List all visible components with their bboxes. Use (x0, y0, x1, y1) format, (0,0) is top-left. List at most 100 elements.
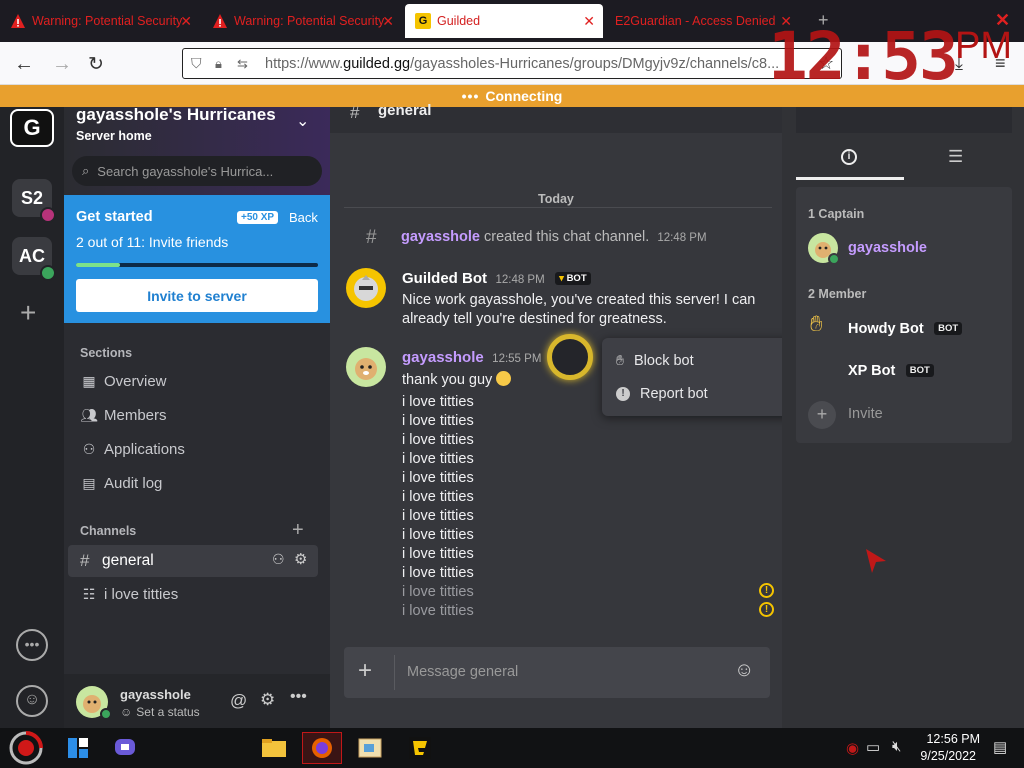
bot-message-time: 12:48 PM (495, 274, 545, 286)
tab-warning-2[interactable]: Warning: Potential Security Risk ✕ (202, 4, 402, 38)
network-icon[interactable]: ▭ (866, 738, 880, 756)
user-author[interactable]: gayasshole (402, 349, 484, 366)
channel-i-love-titties[interactable]: ☷ i love titties (80, 586, 178, 603)
warning-circle-icon[interactable]: ! (759, 583, 774, 598)
clock-overlay-time: 12:53 (768, 18, 959, 95)
bot-author[interactable]: Guilded Bot (402, 270, 487, 287)
bot-badge-label: BOT (566, 273, 587, 285)
section-audit-log[interactable]: ▤ Audit log (80, 475, 162, 492)
invite-to-server-button[interactable]: Invite to server (76, 279, 318, 312)
explore-icon[interactable]: ☺ (16, 685, 48, 717)
bot-message-header: Guilded Bot 12:48 PM ▾ BOT (402, 270, 591, 288)
add-server-icon[interactable]: + (20, 297, 36, 329)
section-members[interactable]: 👥︎ Members (80, 407, 166, 424)
member-row-xp-bot[interactable]: XP Bot BOT (848, 362, 934, 380)
message-line: i love titties (402, 470, 474, 486)
invite-user-icon[interactable]: ⚇ (272, 551, 285, 568)
channel-title: general (378, 102, 432, 119)
firefox-icon[interactable] (302, 732, 342, 764)
message-line: i love titties (402, 489, 474, 505)
bot-badge: ▾ BOT (555, 272, 591, 286)
add-channel-icon[interactable]: + (292, 519, 304, 542)
channel-general[interactable]: # general ⚇ ⚙ (68, 545, 318, 577)
close-tab-icon[interactable]: ✕ (583, 13, 595, 30)
mention-icon[interactable]: @ (230, 691, 247, 711)
file-explorer-icon[interactable] (254, 732, 294, 764)
image-viewer-icon[interactable] (350, 732, 390, 764)
report-icon: ! (616, 387, 630, 401)
channel-header: # general (330, 102, 782, 133)
block-bot-menu-item[interactable]: ✋︎ Block bot (616, 352, 694, 369)
member-row-howdy-bot[interactable]: Howdy Bot BOT (848, 320, 963, 338)
volume-muted-icon[interactable]: 🔇︎ (892, 738, 901, 755)
section-applications[interactable]: ⚇ Applications (80, 441, 185, 458)
home-server-icon[interactable]: G (10, 109, 54, 147)
back-arrow-icon[interactable]: ← (14, 53, 34, 76)
warning-circle-icon[interactable]: ! (759, 602, 774, 617)
shield-icon: ⛉ (191, 55, 202, 71)
antivirus-icon[interactable]: ◉ (846, 739, 859, 757)
invite-link[interactable]: Invite (848, 406, 883, 422)
tab-guilded[interactable]: G Guilded ✕ (405, 4, 603, 38)
progress-fill (76, 263, 120, 267)
more-options-icon[interactable]: ••• (290, 688, 307, 706)
reload-icon[interactable]: ↻ (88, 53, 104, 76)
close-tab-icon[interactable]: ✕ (180, 13, 192, 30)
hash-icon: # (80, 551, 90, 570)
message-line: i love titties (402, 546, 474, 562)
message-line: i love titties (402, 451, 474, 467)
message-input[interactable]: Message general (407, 664, 518, 680)
status-label: Set a status (136, 705, 200, 719)
message-line: i love titties (402, 565, 474, 581)
tab-warning-1[interactable]: Warning: Potential Security Risk ✕ (0, 4, 200, 38)
captain-name[interactable]: gayasshole (848, 240, 927, 256)
section-overview[interactable]: ▦ Overview (80, 373, 167, 390)
chevron-down-icon[interactable]: ⌄ (296, 111, 309, 131)
server-header[interactable]: gayasshole's Hurricanes Server home ⌄ ⌕ … (64, 105, 330, 195)
start-button[interactable] (6, 731, 46, 765)
guilded-bot-avatar[interactable] (346, 268, 386, 308)
search-input[interactable]: ⌕ Search gayasshole's Hurrica... (72, 156, 322, 186)
warning-icon (10, 13, 26, 29)
outline-icon[interactable]: ☰ (948, 147, 963, 167)
grin-emoji-icon (496, 371, 512, 386)
server-home-label: Server home (76, 129, 152, 143)
guilded-app-icon[interactable] (400, 732, 440, 764)
bot-badge: BOT (934, 322, 963, 336)
search-placeholder: Search gayasshole's Hurrica... (97, 163, 274, 179)
set-status-link[interactable]: ☺ Set a status (120, 705, 200, 719)
members-panel-tabs: i ☰ (796, 107, 1012, 180)
user-avatar[interactable] (346, 347, 386, 387)
channel-label: i love titties (104, 586, 179, 603)
system-message-time: 12:48 PM (657, 232, 707, 244)
message-line: i love titties (402, 432, 474, 448)
close-tab-icon[interactable]: ✕ (382, 13, 394, 30)
chat-bubble-icon[interactable]: ••• (16, 629, 48, 661)
notifications-icon[interactable]: ▤ (993, 738, 1007, 756)
members-icon: 👥︎ (80, 407, 98, 423)
back-link[interactable]: Back (289, 210, 318, 225)
report-bot-menu-item[interactable]: ! Report bot (616, 386, 708, 402)
member-name: Howdy Bot (848, 321, 924, 337)
taskbar-time: 12:56 PM (926, 732, 980, 746)
gear-icon[interactable]: ⚙ (294, 550, 307, 568)
channels-header: Channels (80, 524, 137, 538)
search-icon: ⌕ (82, 163, 90, 178)
hand-stop-icon: ✋︎ (616, 352, 624, 368)
forward-arrow-icon[interactable]: → (52, 53, 72, 76)
date-divider: Today (528, 192, 584, 206)
widgets-icon[interactable] (58, 732, 98, 764)
url-prefix: https://www. (265, 55, 344, 72)
section-label: Overview (104, 373, 167, 390)
settings-gear-icon[interactable]: ⚙ (260, 690, 275, 710)
info-icon[interactable]: i (841, 149, 857, 165)
add-attachment-icon[interactable]: + (358, 657, 372, 685)
url-field[interactable]: ⛉ 🔒︎ ⇆ https://www. guilded.gg/gayasshole… (182, 48, 842, 79)
invite-plus-icon[interactable]: + (808, 401, 836, 429)
progress-text: 2 out of 11: Invite friends (76, 234, 229, 250)
user-message-first-line: thank you guy (402, 371, 512, 390)
emoji-icon[interactable]: ☺ (734, 659, 754, 682)
message-line: i love titties (402, 508, 474, 524)
chat-app-icon[interactable] (106, 732, 146, 764)
system-message-user[interactable]: gayasshole (401, 229, 480, 245)
